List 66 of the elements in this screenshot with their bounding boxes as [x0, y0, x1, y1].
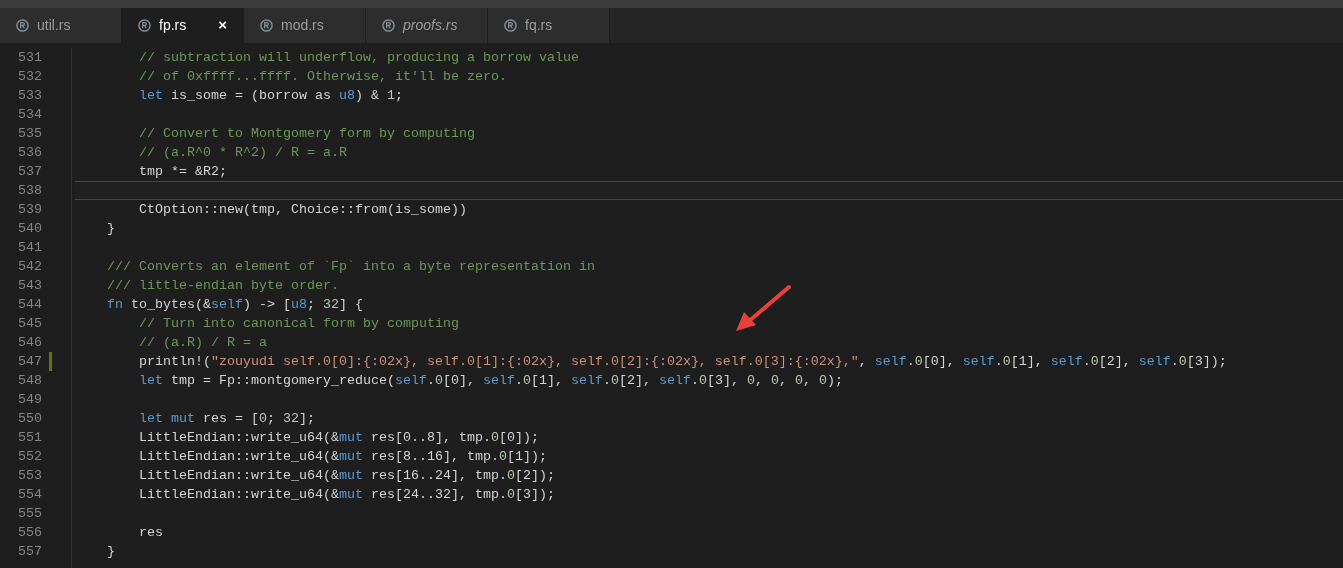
- code-line: // of 0xffff...ffff. Otherwise, it'll be zero.: [138, 68, 508, 86]
- code-line: let is_some = (borrow as u8) & 1;: [138, 87, 404, 105]
- line-number: 555: [17, 505, 43, 523]
- line-number: 533: [17, 87, 43, 105]
- tab-label: proofs.rs: [403, 16, 458, 35]
- code-line: LittleEndian::write_u64(&mut res[0..8], tmp.0[0]);: [138, 429, 540, 447]
- code-line: tmp *= &R2;: [138, 163, 228, 181]
- file-tab[interactable]: mod.rs: [244, 8, 366, 43]
- line-number: 536: [17, 144, 43, 162]
- close-icon[interactable]: ×: [218, 14, 227, 37]
- line-number: 541: [17, 239, 43, 257]
- code-line: /// Converts an element of `Fp` into a byte representation in: [106, 258, 596, 276]
- pointer-arrow: [734, 284, 792, 334]
- code-line: fn to_bytes(&self) -> [u8; 32] {: [106, 296, 364, 314]
- code-line: // (a.R^0 * R^2) / R = a.R: [138, 144, 348, 162]
- line-number: 544: [17, 296, 43, 314]
- line-number: 554: [17, 486, 43, 504]
- code-line: CtOption::new(tmp, Choice::from(is_some)): [138, 201, 468, 219]
- code-line: res: [138, 524, 164, 542]
- tab-label: util.rs: [37, 16, 71, 35]
- code-line: println!("zouyudi self.0[0]:{:02x}, self.0[1]:{:02x}, self.0[2]:{:02x}, self.0[3]:{:02x},", self.0[0], self.0[1], self.0[2], self.0[3]);: [138, 353, 1228, 371]
- line-number: 537: [17, 163, 43, 181]
- rust-file-icon: [260, 19, 273, 32]
- file-tab[interactable]: fp.rs ×: [122, 8, 244, 43]
- line-number: 545: [17, 315, 43, 333]
- line-number: 549: [17, 391, 43, 409]
- line-number: 552: [17, 448, 43, 466]
- file-tab[interactable]: fq.rs: [488, 8, 610, 43]
- line-number: 548: [17, 372, 43, 390]
- line-number: 557: [17, 543, 43, 561]
- line-number: 556: [17, 524, 43, 542]
- line-number: 546: [17, 334, 43, 352]
- tab-label: fq.rs: [525, 16, 553, 35]
- code-line: // (a.R) / R = a: [138, 334, 268, 352]
- rust-file-icon: [16, 19, 29, 32]
- tab-label: fp.rs: [159, 16, 187, 35]
- code-line: LittleEndian::write_u64(&mut res[16..24], tmp.0[2]);: [138, 467, 556, 485]
- code-line: }: [106, 543, 116, 561]
- code-line: LittleEndian::write_u64(&mut res[24..32], tmp.0[3]);: [138, 486, 556, 504]
- line-number: 542: [17, 258, 43, 276]
- code-line: // Turn into canonical form by computing: [138, 315, 460, 333]
- tab-label: mod.rs: [281, 16, 324, 35]
- line-number: 535: [17, 125, 43, 143]
- file-tab[interactable]: util.rs: [0, 8, 122, 43]
- code-line: // subtraction will underflow, producing a borrow value: [138, 49, 580, 67]
- code-line: let tmp = Fp::montgomery_reduce(self.0[0], self.0[1], self.0[2], self.0[3], 0, 0, 0, 0);: [138, 372, 844, 390]
- line-number: 547: [0, 352, 52, 371]
- line-number: 532: [17, 68, 43, 86]
- line-number: 539: [17, 201, 43, 219]
- code-line: let mut res = [0; 32];: [138, 410, 316, 428]
- line-number: 550: [17, 410, 43, 428]
- line-number: 551: [17, 429, 43, 447]
- rust-file-icon: [504, 19, 517, 32]
- rust-file-icon: [382, 19, 395, 32]
- code-line: LittleEndian::write_u64(&mut res[8..16], tmp.0[1]);: [138, 448, 548, 466]
- file-tab[interactable]: proofs.rs: [366, 8, 488, 43]
- code-line: /// little-endian byte order.: [106, 277, 340, 295]
- line-number: 531: [17, 49, 43, 67]
- line-number: 543: [17, 277, 43, 295]
- code-line: // Convert to Montgomery form by computing: [138, 125, 476, 143]
- line-number: 540: [17, 220, 43, 238]
- rust-file-icon: [138, 19, 151, 32]
- line-number: 538: [17, 182, 43, 200]
- line-number: 553: [17, 467, 43, 485]
- code-line: }: [106, 220, 116, 238]
- line-number: 534: [17, 106, 43, 124]
